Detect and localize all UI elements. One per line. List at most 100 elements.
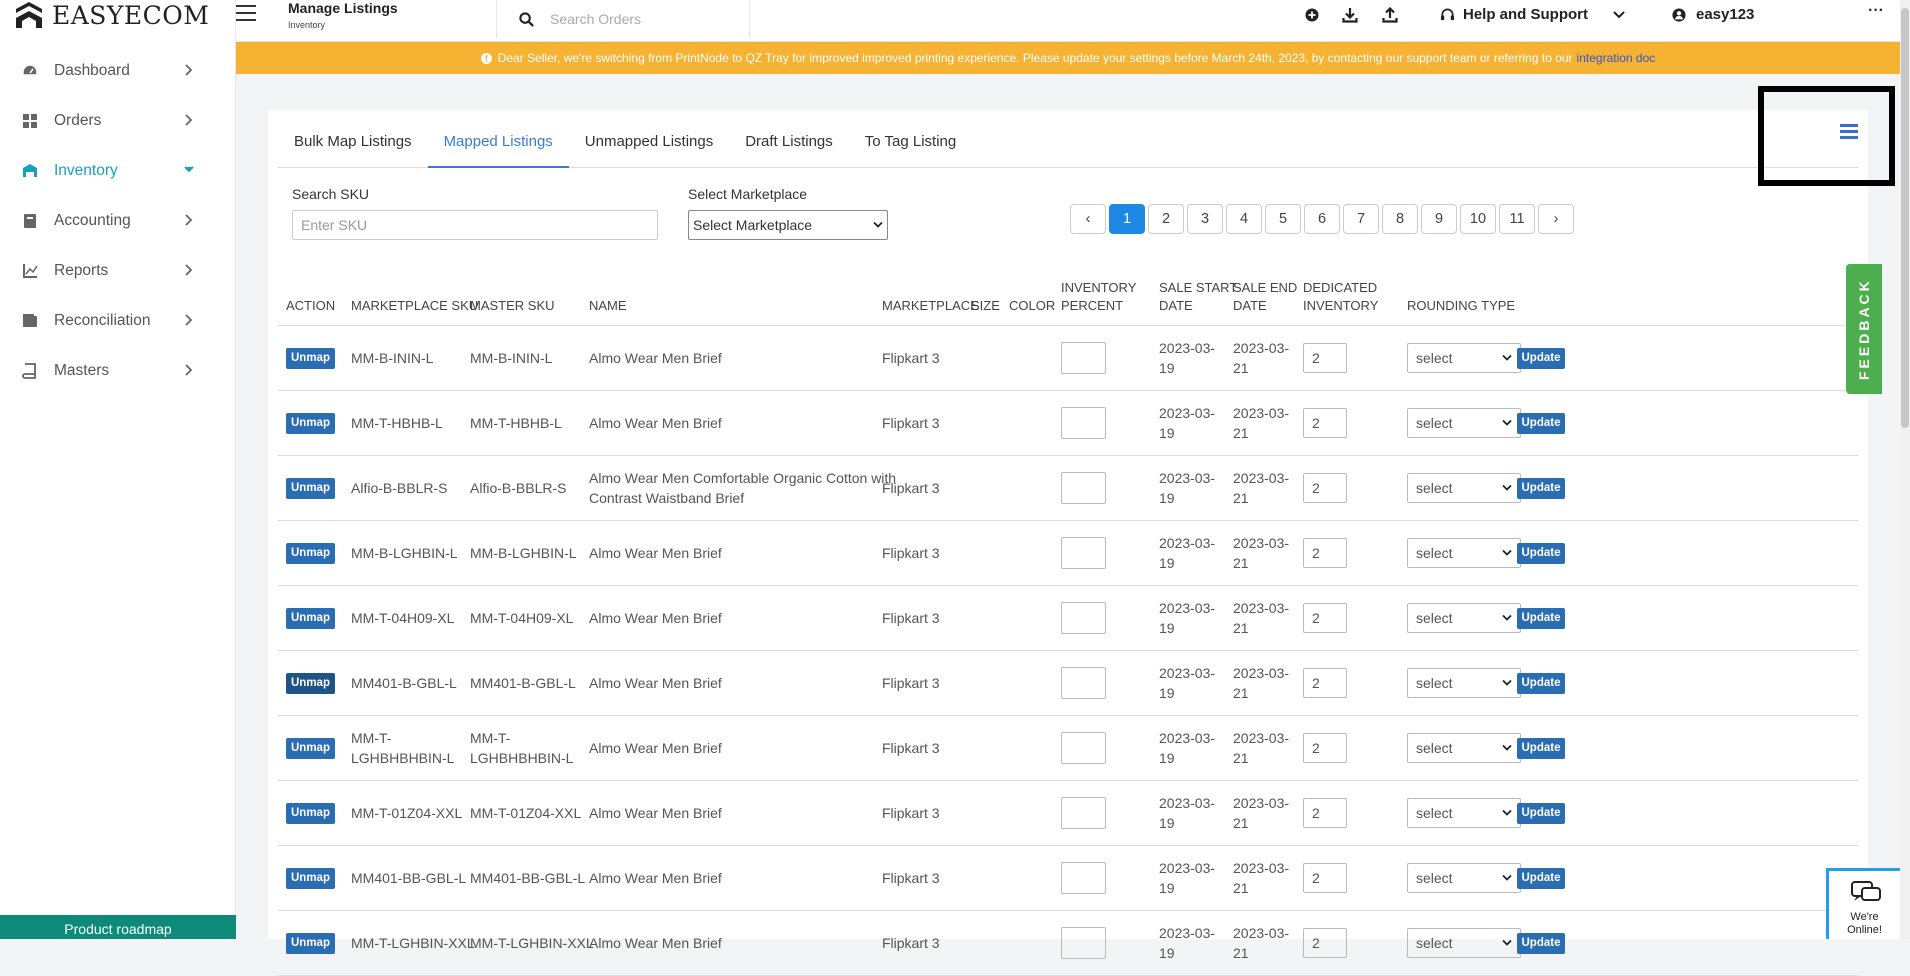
- feedback-tab[interactable]: FEEDBACK: [1846, 264, 1882, 394]
- update-button[interactable]: Update: [1517, 803, 1565, 824]
- pagination-page-3[interactable]: 3: [1187, 204, 1223, 234]
- inventory-percent-input[interactable]: [1061, 407, 1106, 439]
- pagination-page-5[interactable]: 5: [1265, 204, 1301, 234]
- scrollbar-thumb[interactable]: [1901, 8, 1909, 428]
- dedicated-inventory-input[interactable]: 2: [1303, 538, 1347, 568]
- integration-doc-link[interactable]: integration doc: [1577, 51, 1656, 65]
- rounding-type-select[interactable]: select: [1407, 733, 1521, 763]
- pagination-page-10[interactable]: 10: [1460, 204, 1496, 234]
- master-sku: MM-T-01Z04-XXL: [470, 805, 582, 821]
- product-roadmap-button[interactable]: Product roadmap: [0, 915, 236, 939]
- tab-mapped-listings[interactable]: Mapped Listings: [427, 126, 569, 168]
- inventory-percent-input[interactable]: [1061, 472, 1106, 504]
- update-button[interactable]: Update: [1517, 413, 1565, 434]
- sale-start-date: 2023-03- 19: [1159, 730, 1216, 766]
- pagination-page-11[interactable]: 11: [1499, 204, 1535, 234]
- pagination-page-9[interactable]: 9: [1421, 204, 1457, 234]
- add-circle-icon[interactable]: [1304, 7, 1320, 23]
- sku-search-input[interactable]: Enter SKU: [292, 210, 658, 240]
- dedicated-inventory-input[interactable]: 2: [1303, 473, 1347, 503]
- rounding-type-select[interactable]: select: [1407, 603, 1521, 633]
- sale-start-date: 2023-03- 19: [1159, 405, 1216, 441]
- rounding-type-select[interactable]: select: [1407, 473, 1521, 503]
- unmap-button[interactable]: Unmap: [286, 543, 335, 564]
- sidebar-item-accounting[interactable]: Accounting: [0, 196, 236, 246]
- hamburger-menu-icon[interactable]: [236, 5, 256, 23]
- sidebar-item-dashboard[interactable]: Dashboard: [0, 46, 236, 96]
- update-button[interactable]: Update: [1517, 868, 1565, 889]
- update-button[interactable]: Update: [1517, 543, 1565, 564]
- rounding-type-select[interactable]: select: [1407, 928, 1521, 958]
- unmap-button[interactable]: Unmap: [286, 673, 335, 694]
- sidebar-item-orders[interactable]: Orders: [0, 96, 236, 146]
- sidebar-item-masters[interactable]: Masters: [0, 346, 236, 396]
- marketplace-sku: MM401-B-GBL-L: [351, 675, 457, 691]
- inventory-percent-input[interactable]: [1061, 537, 1106, 569]
- unmap-button[interactable]: Unmap: [286, 608, 335, 629]
- dedicated-inventory-input[interactable]: 2: [1303, 603, 1347, 633]
- pagination-next-button[interactable]: ›: [1538, 204, 1574, 234]
- rounding-type-select[interactable]: select: [1407, 863, 1521, 893]
- unmap-button[interactable]: Unmap: [286, 933, 335, 954]
- pagination-page-4[interactable]: 4: [1226, 204, 1262, 234]
- update-button[interactable]: Update: [1517, 348, 1565, 369]
- download-icon[interactable]: [1342, 7, 1358, 23]
- user-menu[interactable]: easy123: [1672, 6, 1754, 23]
- table-row: Unmap MM-B-LGHBIN-L MM-B-LGHBIN-L Almo Wear…: [278, 521, 1858, 586]
- update-button[interactable]: Update: [1517, 673, 1565, 694]
- update-button[interactable]: Update: [1517, 738, 1565, 759]
- tab-to-tag-listing[interactable]: To Tag Listing: [849, 126, 972, 168]
- chat-widget[interactable]: We're Online!: [1826, 868, 1900, 939]
- page-scrollbar[interactable]: [1900, 0, 1910, 939]
- sidebar-item-reconciliation[interactable]: Reconciliation: [0, 296, 236, 346]
- unmap-button[interactable]: Unmap: [286, 413, 335, 434]
- help-support-menu[interactable]: Help and Support: [1440, 6, 1626, 23]
- rounding-select-value: select: [1416, 415, 1453, 431]
- inventory-percent-input[interactable]: [1061, 342, 1106, 374]
- update-button[interactable]: Update: [1517, 608, 1565, 629]
- pagination-prev-button[interactable]: ‹: [1070, 204, 1106, 234]
- dedicated-inventory-input[interactable]: 2: [1303, 343, 1347, 373]
- dedicated-inventory-input[interactable]: 2: [1303, 733, 1347, 763]
- dedicated-inventory-input[interactable]: 2: [1303, 928, 1347, 958]
- inventory-percent-input[interactable]: [1061, 797, 1106, 829]
- search-orders-input[interactable]: Search Orders: [496, 0, 750, 38]
- dedicated-inventory-input[interactable]: 2: [1303, 668, 1347, 698]
- inventory-percent-input[interactable]: [1061, 732, 1106, 764]
- pagination-page-2[interactable]: 2: [1148, 204, 1184, 234]
- inventory-percent-input[interactable]: [1061, 927, 1106, 959]
- unmap-button[interactable]: Unmap: [286, 738, 335, 759]
- inventory-percent-input[interactable]: [1061, 667, 1106, 699]
- unmap-button[interactable]: Unmap: [286, 868, 335, 889]
- dedicated-inventory-input[interactable]: 2: [1303, 863, 1347, 893]
- dedicated-inventory-input[interactable]: 2: [1303, 798, 1347, 828]
- upload-icon[interactable]: [1382, 7, 1398, 23]
- pagination-page-8[interactable]: 8: [1382, 204, 1418, 234]
- unmap-button[interactable]: Unmap: [286, 803, 335, 824]
- table-row: Unmap MM-T-01Z04-XXL MM-T-01Z04-XXL Almo We…: [278, 781, 1858, 846]
- rounding-type-select[interactable]: select: [1407, 798, 1521, 828]
- pagination-page-1[interactable]: 1: [1109, 204, 1145, 234]
- pagination-page-7[interactable]: 7: [1343, 204, 1379, 234]
- master-sku: MM-T-LGHBIN-XXL: [470, 935, 594, 951]
- unmap-button[interactable]: Unmap: [286, 348, 335, 369]
- sidebar-item-inventory[interactable]: Inventory: [0, 146, 236, 196]
- more-options-icon[interactable]: ···: [1868, 2, 1884, 20]
- marketplace-select[interactable]: Select Marketplace: [688, 210, 888, 240]
- inventory-percent-input[interactable]: [1061, 862, 1106, 894]
- tab-unmapped-listings[interactable]: Unmapped Listings: [569, 126, 729, 168]
- update-button[interactable]: Update: [1517, 933, 1565, 954]
- update-button[interactable]: Update: [1517, 478, 1565, 499]
- rounding-type-select[interactable]: select: [1407, 668, 1521, 698]
- brand-logo[interactable]: EASYECOM: [14, 0, 209, 30]
- pagination-page-6[interactable]: 6: [1304, 204, 1340, 234]
- sidebar-item-reports[interactable]: Reports: [0, 246, 236, 296]
- tab-bulk-map-listings[interactable]: Bulk Map Listings: [278, 126, 428, 168]
- rounding-type-select[interactable]: select: [1407, 343, 1521, 373]
- dedicated-inventory-input[interactable]: 2: [1303, 408, 1347, 438]
- inventory-percent-input[interactable]: [1061, 602, 1106, 634]
- tab-draft-listings[interactable]: Draft Listings: [729, 126, 849, 168]
- rounding-type-select[interactable]: select: [1407, 538, 1521, 568]
- unmap-button[interactable]: Unmap: [286, 478, 335, 499]
- rounding-type-select[interactable]: select: [1407, 408, 1521, 438]
